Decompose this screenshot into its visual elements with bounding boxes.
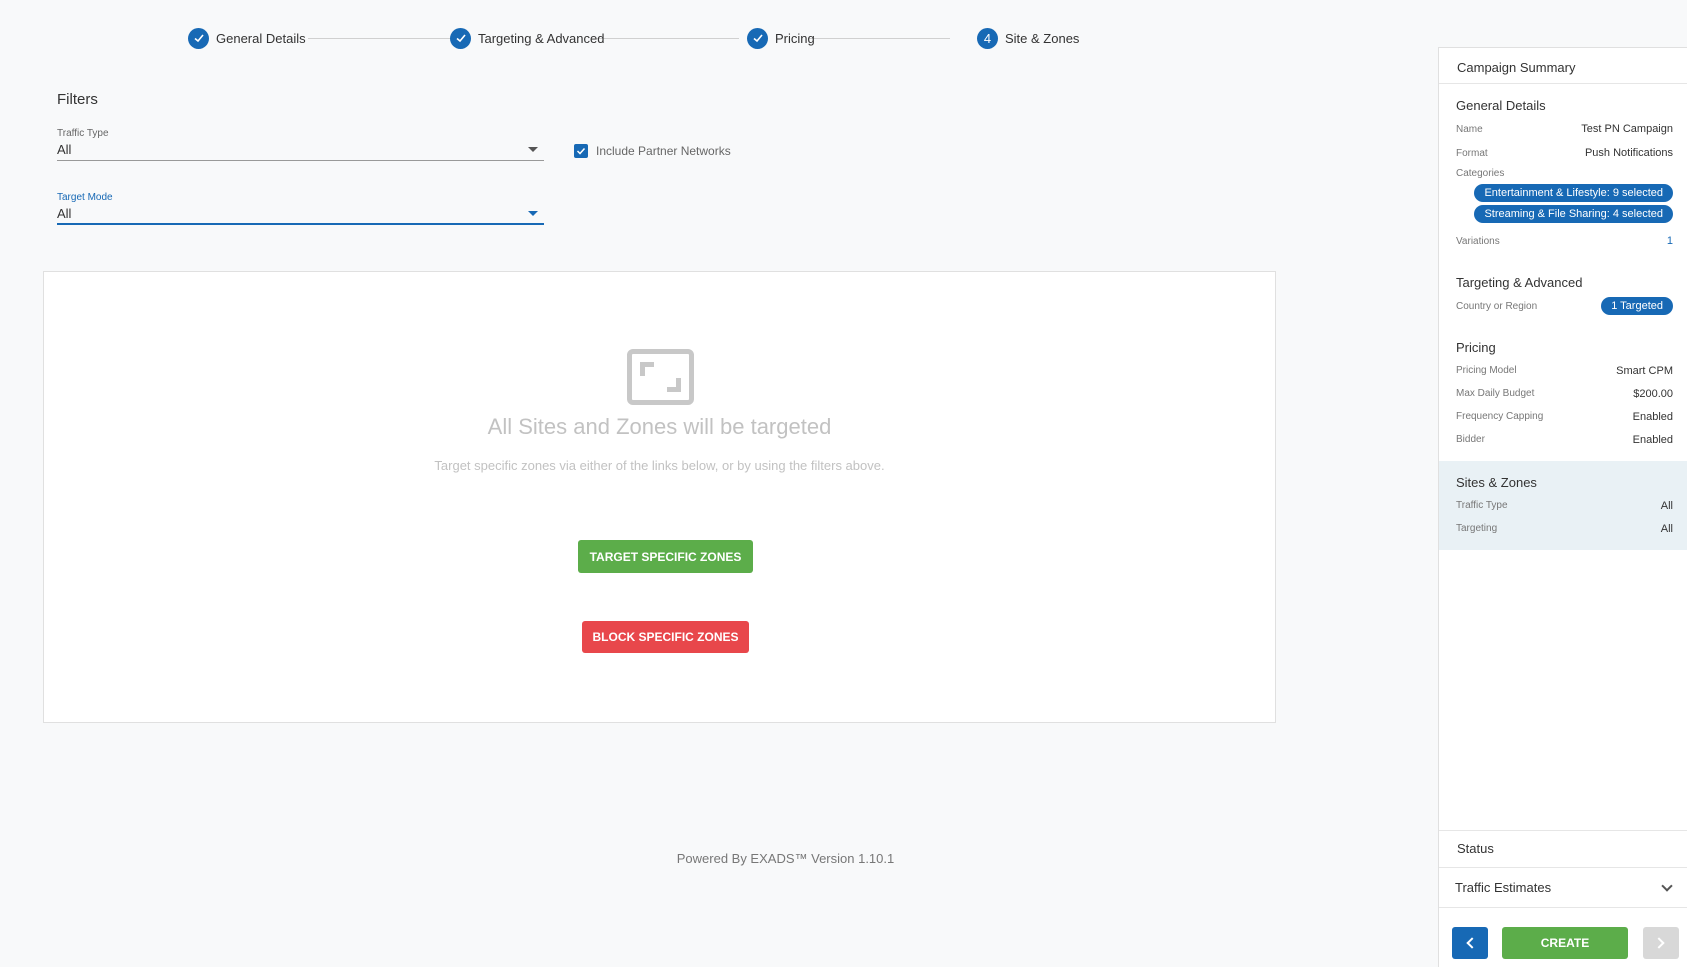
traffic-estimates-toggle[interactable]: Traffic Estimates [1439,868,1687,908]
traffic-type-select[interactable]: Traffic Type All [57,128,544,161]
target-specific-zones-button[interactable]: TARGET SPECIFIC ZONES [578,540,753,573]
traffic-type-value-row[interactable]: All [57,139,544,161]
summary-general-details: General Details Name Test PN Campaign Fo… [1439,84,1687,253]
category-pill-row: Entertainment & Lifestyle: 9 selected [1456,184,1673,202]
summary-row-country: Country or Region 1 Targeted [1456,294,1673,318]
chevron-down-icon [1661,879,1673,892]
category-pill-row: Streaming & File Sharing: 4 selected [1456,205,1673,223]
stepper: General Details Targeting & Advanced Pri… [188,26,1132,50]
chevron-right-icon [1653,937,1665,949]
row-key: Name [1456,123,1483,135]
traffic-type-label: Traffic Type [57,128,109,139]
section-title: Targeting & Advanced [1456,275,1583,290]
section-title: Sites & Zones [1456,475,1537,490]
summary-sites-zones: Sites & Zones Traffic Type All Targeting… [1439,461,1687,550]
row-value: 1 [1666,235,1673,247]
campaign-summary-sidebar: Campaign Summary General Details Name Te… [1438,47,1687,967]
summary-row-variations: Variations 1 [1456,229,1673,253]
row-key: Max Daily Budget [1456,388,1535,399]
row-value: Enabled [1632,410,1673,423]
status-section[interactable]: Status [1439,830,1687,868]
step-label: General Details [216,30,306,46]
target-mode-label: Target Mode [57,192,113,203]
check-icon [747,27,768,49]
row-value: Test PN Campaign [1581,123,1673,135]
category-pill: Entertainment & Lifestyle: 9 selected [1474,184,1673,202]
summary-row-targeting: Targeting All [1456,517,1673,540]
row-value: Enabled [1632,433,1673,446]
step-connector [308,38,460,39]
section-title: Pricing [1456,340,1496,355]
row-value: All [1660,522,1673,535]
summary-row-bidder: Bidder Enabled [1456,428,1673,451]
category-pill: Streaming & File Sharing: 4 selected [1474,205,1673,223]
row-key: Format [1456,147,1488,159]
target-mode-value: All [57,205,72,221]
empty-state-title: All Sites and Zones will be targeted [487,414,832,439]
summary-row-budget: Max Daily Budget $200.00 [1456,382,1673,405]
step-targeting-advanced[interactable]: Targeting & Advanced [450,26,604,50]
check-icon [188,27,209,49]
row-value: Push Notifications [1584,147,1673,159]
create-button[interactable]: CREATE [1502,927,1628,959]
traffic-type-value: All [57,142,72,157]
summary-row-format: Format Push Notifications [1456,141,1673,165]
summary-row-pricing-model: Pricing Model Smart CPM [1456,359,1673,382]
target-mode-value-row[interactable]: All [57,203,544,225]
row-key: Traffic Type [1456,500,1508,511]
row-key: Pricing Model [1456,365,1517,376]
empty-state-subtitle: Target specific zones via either of the … [434,458,885,473]
summary-actions: CREATE [1439,923,1687,963]
row-value: $200.00 [1633,387,1673,400]
section-title: General Details [1456,98,1546,113]
check-icon [450,27,471,49]
fullscreen-icon [627,349,694,405]
summary-row-traffic-type: Traffic Type All [1456,494,1673,517]
chevron-left-icon [1466,937,1478,949]
summary-targeting-advanced: Targeting & Advanced Country or Region 1… [1439,261,1687,318]
caret-down-icon [528,210,538,216]
step-pricing[interactable]: Pricing [747,26,815,50]
summary-row-name: Name Test PN Campaign [1456,117,1673,141]
next-step-button[interactable] [1643,927,1679,959]
step-label: Targeting & Advanced [478,30,605,46]
step-label: Site & Zones [1005,30,1080,46]
target-mode-select[interactable]: Target Mode All [57,192,544,225]
summary-pricing: Pricing Pricing Model Smart CPM Max Dail… [1439,326,1687,461]
summary-title: Campaign Summary [1439,48,1687,84]
step-general-details[interactable]: General Details [188,26,306,50]
row-key: Variations [1456,235,1500,247]
zones-panel: All Sites and Zones will be targeted Tar… [43,271,1276,723]
step-label: Pricing [775,30,815,46]
summary-row-frequency: Frequency Capping Enabled [1456,405,1673,428]
row-key: Bidder [1456,434,1485,445]
include-partner-label: Include Partner Networks [596,144,731,158]
row-key: Frequency Capping [1456,411,1544,422]
footer-powered-by: Powered By EXADS™ Version 1.10.1 [676,851,895,866]
checkbox-checked-icon[interactable] [574,144,588,158]
traffic-estimates-label: Traffic Estimates [1455,880,1552,895]
step-connector [808,38,950,39]
previous-step-button[interactable] [1452,927,1488,959]
include-partner-networks[interactable]: Include Partner Networks [574,144,731,158]
step-number: 4 [977,27,998,49]
row-key: Categories [1456,167,1505,179]
block-specific-zones-button[interactable]: BLOCK SPECIFIC ZONES [582,621,749,653]
row-value: Smart CPM [1616,364,1673,377]
step-site-zones[interactable]: 4 Site & Zones [977,26,1079,50]
row-key: Country or Region [1456,300,1538,312]
row-key: Targeting [1456,523,1498,534]
filters-title: Filters [57,91,98,108]
step-connector [597,38,739,39]
row-value: All [1660,499,1673,512]
summary-row-categories: Categories [1456,165,1673,181]
caret-down-icon [528,147,538,152]
country-targeted-pill: 1 Targeted [1601,297,1673,315]
